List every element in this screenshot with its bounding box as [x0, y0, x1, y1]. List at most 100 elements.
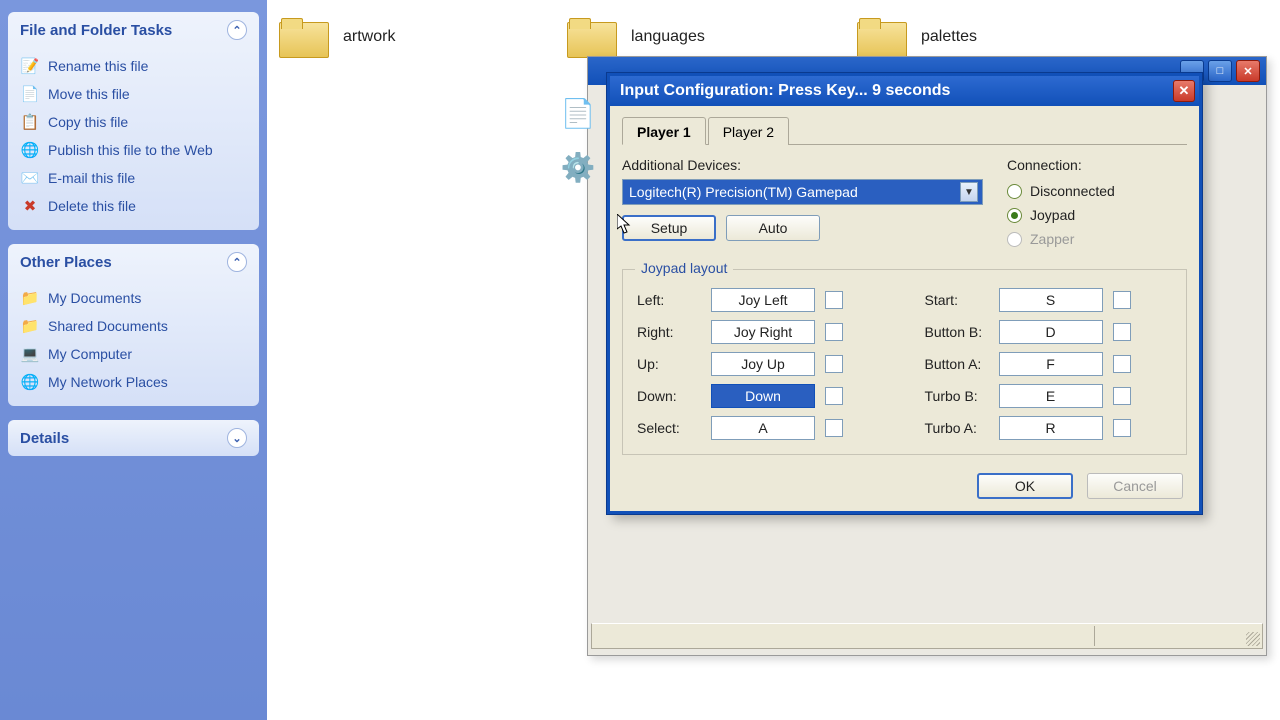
binding-row: Left:Joy Left	[637, 288, 885, 312]
binding-field-right[interactable]: Joy Right	[711, 320, 815, 344]
sidebar-panel-header[interactable]: File and Folder Tasks ⌃	[8, 12, 259, 48]
place-my-computer[interactable]: 💻 My Computer	[20, 340, 247, 368]
radio-icon	[1007, 208, 1022, 223]
binding-field-left[interactable]: Joy Left	[711, 288, 815, 312]
sidebar-panel-header[interactable]: Details ⌄	[8, 420, 259, 456]
binding-row: Turbo A:R	[925, 416, 1173, 440]
task-item-label: E-mail this file	[48, 170, 135, 186]
place-my-computer-icon: 💻	[20, 344, 40, 364]
binding-checkbox[interactable]	[825, 419, 843, 437]
close-icon: ✕	[1179, 83, 1190, 99]
place-shared-documents[interactable]: 📁Shared Documents	[20, 312, 247, 340]
devices-label: Additional Devices:	[622, 157, 983, 173]
sidebar-panel-header[interactable]: Other Places ⌃	[8, 244, 259, 280]
sidebar-panel: File and Folder Tasks ⌃ 📝 Rename this file 📄…	[8, 12, 259, 230]
radio-label: Disconnected	[1030, 183, 1115, 199]
task-rename-file[interactable]: 📝 Rename this file	[20, 52, 247, 80]
task-publish-web[interactable]: 🌐Publish this file to the Web	[20, 136, 247, 164]
task-item-label: My Computer	[48, 346, 132, 362]
task-email-file[interactable]: ✉️ E-mail this file	[20, 164, 247, 192]
panel-title: File and Folder Tasks	[20, 22, 172, 39]
task-item-label: Rename this file	[48, 58, 148, 74]
parent-maximize-button[interactable]: □	[1208, 60, 1232, 82]
binding-row: Turbo B:E	[925, 384, 1173, 408]
ok-button[interactable]: OK	[977, 473, 1073, 499]
task-delete-file[interactable]: ✖Delete this file	[20, 192, 247, 220]
setup-button[interactable]: Setup	[622, 215, 716, 241]
dialog-close-button[interactable]: ✕	[1173, 80, 1195, 102]
devices-selected-text: Logitech(R) Precision(TM) Gamepad	[629, 184, 960, 200]
folder-icon	[279, 18, 327, 56]
binding-checkbox[interactable]	[1113, 323, 1131, 341]
folder-icon	[567, 18, 615, 56]
tab-player-1[interactable]: Player 1	[622, 117, 706, 145]
additional-devices-dropdown[interactable]: Logitech(R) Precision(TM) Gamepad ▼	[622, 179, 983, 205]
dialog-title: Input Configuration: Press Key... 9 seco…	[620, 82, 950, 100]
binding-checkbox[interactable]	[1113, 291, 1131, 309]
panel-title: Other Places	[20, 254, 112, 271]
resize-grip-icon[interactable]	[1246, 632, 1260, 646]
parent-close-button[interactable]: ✕	[1236, 60, 1260, 82]
binding-label: Button A:	[925, 356, 989, 372]
connection-option-joypad[interactable]: Joypad	[1007, 203, 1187, 227]
chevron-down-icon: ▼	[960, 182, 978, 202]
chevron-up-icon: ⌃	[227, 252, 247, 272]
task-item-label: Delete this file	[48, 198, 136, 214]
binding-field-buttonb[interactable]: D	[999, 320, 1103, 344]
binding-checkbox[interactable]	[825, 323, 843, 341]
player-tabstrip: Player 1 Player 2	[622, 116, 1187, 145]
task-copy-file[interactable]: 📋Copy this file	[20, 108, 247, 136]
sidebar-panel: Other Places ⌃ 📁 My Documents 📁Shared Docume…	[8, 244, 259, 406]
binding-field-up[interactable]: Joy Up	[711, 352, 815, 376]
binding-checkbox[interactable]	[1113, 419, 1131, 437]
binding-label: Button B:	[925, 324, 989, 340]
binding-field-turbob[interactable]: E	[999, 384, 1103, 408]
place-my-documents-icon: 📁	[20, 288, 40, 308]
task-move-file[interactable]: 📄Move this file	[20, 80, 247, 108]
task-item-label: My Documents	[48, 290, 141, 306]
binding-row: Button B: D	[925, 320, 1173, 344]
task-item-label: Publish this file to the Web	[48, 142, 213, 158]
radio-icon	[1007, 184, 1022, 199]
binding-checkbox[interactable]	[825, 291, 843, 309]
tab-player-2[interactable]: Player 2	[708, 117, 789, 145]
binding-row: Up:Joy Up	[637, 352, 885, 376]
task-rename-file-icon: 📝	[20, 56, 40, 76]
binding-checkbox[interactable]	[1113, 355, 1131, 373]
folder-label: palettes	[921, 28, 977, 46]
folder-item[interactable]: palettes	[857, 18, 977, 56]
place-my-network[interactable]: 🌐My Network Places	[20, 368, 247, 396]
chevron-up-icon: ⌃	[227, 20, 247, 40]
binding-field-buttona[interactable]: F	[999, 352, 1103, 376]
connection-option-zapper: Zapper	[1007, 227, 1187, 251]
radio-label: Zapper	[1030, 231, 1074, 247]
binding-label: Select:	[637, 420, 701, 436]
binding-checkbox[interactable]	[825, 355, 843, 373]
binding-row: Start: S	[925, 288, 1173, 312]
place-shared-documents-icon: 📁	[20, 316, 40, 336]
place-my-documents[interactable]: 📁 My Documents	[20, 284, 247, 312]
cancel-button[interactable]: Cancel	[1087, 473, 1183, 499]
binding-field-turboa[interactable]: R	[999, 416, 1103, 440]
task-email-file-icon: ✉️	[20, 168, 40, 188]
auto-button[interactable]: Auto	[726, 215, 820, 241]
radio-icon	[1007, 232, 1022, 247]
bg-doc-icon: 📄	[556, 91, 600, 135]
binding-label: Start:	[925, 292, 989, 308]
binding-checkbox[interactable]	[1113, 387, 1131, 405]
binding-label: Down:	[637, 388, 701, 404]
folder-label: artwork	[343, 28, 395, 46]
panel-title: Details	[20, 430, 69, 447]
binding-field-select[interactable]: A	[711, 416, 815, 440]
folder-item[interactable]: artwork	[279, 18, 395, 56]
joypad-layout-group: Joypad layout Left:Joy LeftStart:SRight:…	[622, 269, 1187, 455]
folder-item[interactable]: languages	[567, 18, 705, 56]
connection-option-disconnected[interactable]: Disconnected	[1007, 179, 1187, 203]
chevron-down-icon: ⌄	[227, 428, 247, 448]
dialog-titlebar: Input Configuration: Press Key... 9 seco…	[610, 76, 1199, 106]
binding-field-down[interactable]: Down	[711, 384, 815, 408]
task-item-label: My Network Places	[48, 374, 168, 390]
binding-checkbox[interactable]	[825, 387, 843, 405]
task-item-label: Move this file	[48, 86, 130, 102]
binding-field-start[interactable]: S	[999, 288, 1103, 312]
